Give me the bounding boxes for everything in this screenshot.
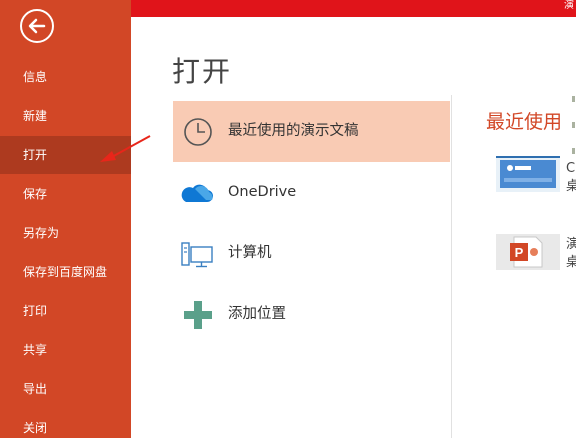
backstage-nav: 信息 新建 打开 保存 另存为 保存到百度网盘 打印 共享 导出 关闭 (0, 0, 131, 438)
location-label: 最近使用的演示文稿 (228, 123, 359, 139)
title-bar: 演 (131, 0, 576, 17)
location-recent[interactable]: 最近使用的演示文稿 (173, 101, 450, 162)
computer-icon (181, 242, 213, 268)
nav-item-export[interactable]: 导出 (0, 370, 131, 408)
panel-divider (451, 95, 452, 438)
location-label: 添加位置 (228, 306, 286, 322)
nav-item-save[interactable]: 保存 (0, 175, 131, 213)
powerpoint-file-icon[interactable]: P (496, 234, 560, 270)
recent-file-path: 桌 (566, 179, 576, 194)
page-title: 打开 (172, 55, 233, 88)
recent-file-path: 桌 (566, 255, 576, 270)
location-onedrive[interactable]: OneDrive (173, 162, 450, 223)
clock-icon (184, 118, 212, 146)
edge-fragment (572, 148, 575, 154)
location-label: OneDrive (228, 184, 297, 200)
back-button[interactable] (20, 9, 54, 43)
recent-file-name: C (566, 161, 576, 176)
recent-heading: 最近使用 (486, 111, 563, 133)
nav-item-save-to-baidu[interactable]: 保存到百度网盘 (0, 253, 131, 291)
back-arrow-icon (28, 18, 46, 34)
annotation-arrow-icon (100, 135, 151, 162)
nav-item-close[interactable]: 关闭 (0, 409, 131, 447)
nav-item-new[interactable]: 新建 (0, 97, 131, 135)
onedrive-cloud-icon (181, 184, 213, 202)
window-title-cut: 演 (564, 0, 574, 11)
recent-file-name: 演 (566, 237, 576, 252)
nav-item-share[interactable]: 共享 (0, 331, 131, 369)
nav-item-info[interactable]: 信息 (0, 58, 131, 96)
edge-fragment (572, 122, 575, 128)
presentation-thumbnail-icon[interactable] (496, 156, 560, 192)
location-add-place[interactable]: 添加位置 (173, 284, 450, 345)
svg-text:P: P (515, 245, 524, 260)
location-computer[interactable]: 计算机 (173, 223, 450, 284)
edge-fragment (572, 96, 575, 102)
nav-item-save-as[interactable]: 另存为 (0, 214, 131, 252)
nav-item-print[interactable]: 打印 (0, 292, 131, 330)
plus-icon (184, 301, 212, 329)
location-label: 计算机 (228, 245, 272, 261)
